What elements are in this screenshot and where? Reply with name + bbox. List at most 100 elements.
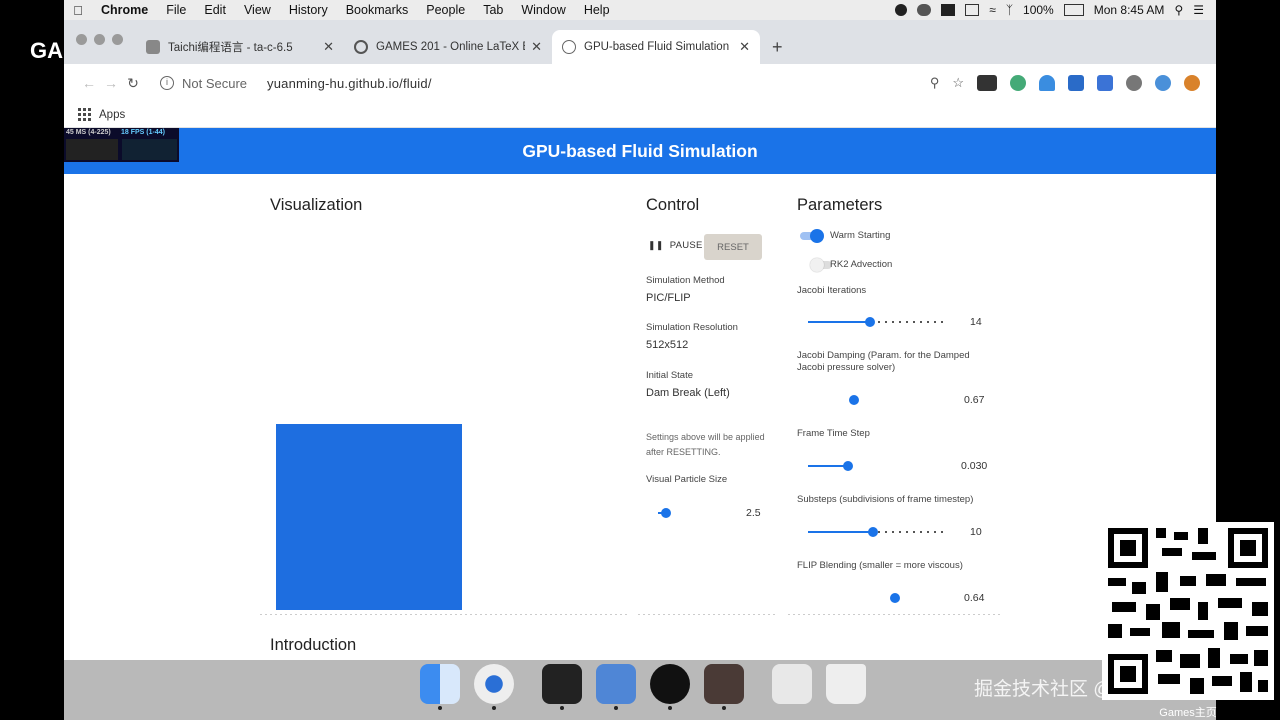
- screen-icon[interactable]: [941, 4, 956, 16]
- stats-graph-ms: [66, 139, 118, 160]
- tabs: Taichi编程语言 - ta-c-6.5 ✕ GAMES 201 - Onli…: [136, 30, 795, 64]
- pause-button[interactable]: ❚❚ PAUSE: [648, 240, 703, 251]
- slider-thumb[interactable]: [889, 593, 900, 603]
- performance-stats-panel[interactable]: 45 MS (4-225) 18 FPS (1-44): [64, 128, 179, 162]
- bookmark-star-icon[interactable]: ☆: [952, 75, 964, 91]
- substeps-value: 10: [970, 526, 982, 538]
- frame-time-step-value: 0.030: [961, 460, 988, 472]
- menu-file[interactable]: File: [157, 3, 195, 17]
- back-arrow-icon[interactable]: ←: [78, 75, 100, 91]
- grammarly-extension-icon[interactable]: [1010, 75, 1026, 91]
- menu-help[interactable]: Help: [575, 3, 619, 17]
- battery-icon[interactable]: [1063, 4, 1084, 16]
- menu-people[interactable]: People: [417, 3, 474, 17]
- dnd-extension-icon[interactable]: [977, 75, 997, 91]
- menu-app-name[interactable]: Chrome: [92, 3, 157, 17]
- slider-thumb[interactable]: [865, 317, 876, 327]
- warm-starting-toggle[interactable]: [800, 229, 824, 243]
- side-clipped-text: GA: [30, 38, 63, 63]
- flip-blending-label: FLIP Blending (smaller = more viscous): [797, 560, 963, 571]
- zoom-window-button[interactable]: [112, 34, 123, 45]
- minimize-window-button[interactable]: [94, 34, 105, 45]
- downloads-folder-icon[interactable]: [772, 664, 812, 704]
- bookmarks-bar: Apps: [64, 102, 1216, 128]
- section-divider: [260, 614, 630, 615]
- tab-title: GPU-based Fluid Simulation: [584, 41, 730, 53]
- obs-icon[interactable]: [650, 664, 690, 710]
- close-tab-icon[interactable]: ✕: [739, 39, 750, 55]
- slider-thumb[interactable]: [843, 461, 854, 471]
- extensions-area: ⚲ ☆: [930, 75, 1216, 91]
- jacobi-damping-value: 0.67: [964, 394, 985, 406]
- update-icon[interactable]: [1184, 75, 1200, 91]
- stats-fps: 18 FPS (1-44): [121, 129, 165, 136]
- finder-icon[interactable]: [420, 664, 460, 710]
- profile-avatar-icon[interactable]: [1155, 75, 1171, 91]
- browser-window: Taichi编程语言 - ta-c-6.5 ✕ GAMES 201 - Onli…: [64, 20, 1216, 660]
- url-text[interactable]: yuanming-hu.github.io/fluid/: [267, 76, 432, 91]
- bluetooth-icon[interactable]: ᛉ: [1006, 3, 1013, 17]
- menu-view[interactable]: View: [235, 3, 280, 17]
- menu-bookmarks[interactable]: Bookmarks: [337, 3, 418, 17]
- close-tab-icon[interactable]: ✕: [531, 39, 542, 55]
- acrobat-icon[interactable]: [704, 664, 744, 710]
- menu-tab[interactable]: Tab: [474, 3, 512, 17]
- close-tab-icon[interactable]: ✕: [323, 39, 334, 55]
- jacobi-iterations-slider[interactable]: [808, 317, 946, 327]
- section-divider: [788, 614, 1000, 615]
- reset-button[interactable]: RESET: [704, 234, 762, 260]
- github-icon[interactable]: [895, 4, 908, 16]
- reset-label: RESET: [717, 241, 749, 253]
- bookmark-apps[interactable]: Apps: [99, 109, 125, 121]
- address-bar[interactable]: i Not Secure yuanming-hu.github.io/fluid…: [160, 76, 432, 91]
- page-title: GPU-based Fluid Simulation: [522, 140, 758, 161]
- jacobi-iterations-value: 14: [970, 316, 982, 328]
- slider-thumb[interactable]: [848, 395, 859, 405]
- pause-icon: ❚❚: [648, 240, 664, 250]
- reload-icon[interactable]: ↻: [122, 75, 144, 92]
- tab-latex[interactable]: GAMES 201 - Online LaTeX E ✕: [344, 30, 552, 64]
- initial-state-select[interactable]: Dam Break (Left): [646, 387, 730, 399]
- new-tab-button[interactable]: +: [760, 30, 795, 64]
- close-window-button[interactable]: [76, 34, 87, 45]
- jacobi-damping-slider[interactable]: [808, 395, 946, 405]
- menu-history[interactable]: History: [280, 3, 337, 17]
- flip-blending-slider[interactable]: [808, 593, 946, 603]
- section-divider: [638, 614, 776, 615]
- slider-thumb[interactable]: [867, 527, 878, 537]
- fluid-canvas[interactable]: [276, 424, 462, 610]
- forward-arrow-icon[interactable]: →: [100, 75, 122, 91]
- cycle-extension-icon[interactable]: [1126, 75, 1142, 91]
- menu-edit[interactable]: Edit: [195, 3, 235, 17]
- wifi-icon[interactable]: ≈: [989, 3, 996, 17]
- trash-icon[interactable]: [826, 664, 866, 704]
- parameters-heading: Parameters: [797, 196, 883, 214]
- spotlight-icon[interactable]: ⚲: [1174, 3, 1183, 17]
- simulation-method-select[interactable]: PIC/FLIP: [646, 292, 691, 304]
- menubar-clock[interactable]: Mon 8:45 AM: [1094, 3, 1165, 17]
- security-status[interactable]: Not Secure: [182, 76, 247, 91]
- cloud-icon[interactable]: [917, 4, 932, 16]
- airplay-icon[interactable]: [965, 4, 980, 16]
- visual-particle-size-slider[interactable]: [658, 508, 738, 518]
- tab-fluid-simulation[interactable]: GPU-based Fluid Simulation ✕: [552, 30, 760, 64]
- keynote-icon[interactable]: [596, 664, 636, 710]
- apple-icon[interactable]: : [64, 3, 92, 18]
- slider-thumb[interactable]: [661, 508, 671, 518]
- chrome-icon[interactable]: [474, 664, 514, 710]
- umbrella-extension-icon[interactable]: [1039, 75, 1055, 91]
- frame-time-step-slider[interactable]: [808, 461, 946, 471]
- zoom-icon[interactable]: ⚲: [930, 75, 940, 91]
- substeps-slider[interactable]: [808, 527, 946, 537]
- visual-particle-size-value: 2.5: [746, 507, 761, 519]
- terminal-icon[interactable]: [542, 664, 582, 710]
- info-icon[interactable]: i: [160, 76, 174, 90]
- translate-extension-icon[interactable]: [1097, 75, 1113, 91]
- simulation-resolution-select[interactable]: 512x512: [646, 339, 688, 351]
- stats-graph-fps: [122, 139, 177, 160]
- save-extension-icon[interactable]: [1068, 75, 1084, 91]
- stats-ms: 45 MS (4-225): [66, 129, 111, 136]
- notification-center-icon[interactable]: ☰: [1193, 3, 1204, 17]
- tab-taichi[interactable]: Taichi编程语言 - ta-c-6.5 ✕: [136, 30, 344, 64]
- menu-window[interactable]: Window: [512, 3, 574, 17]
